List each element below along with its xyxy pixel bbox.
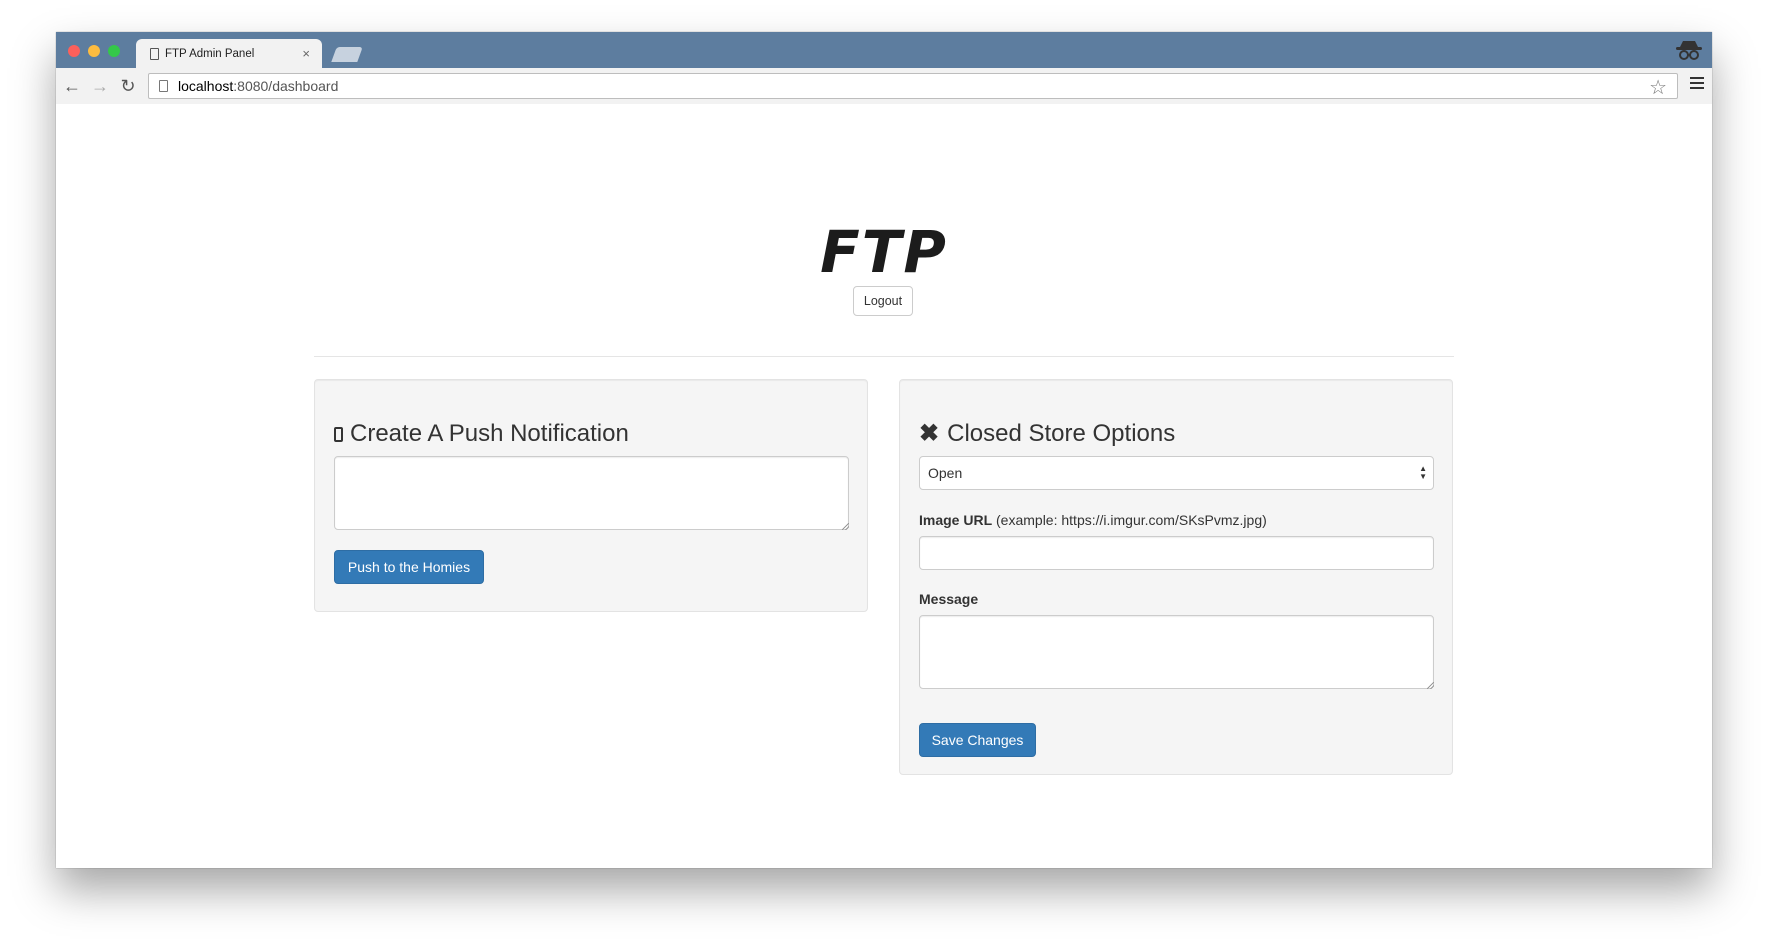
bookmark-star-icon[interactable]: ☆ xyxy=(1649,75,1667,100)
browser-window: FTP Admin Panel × ← → ↻ localhost:8080/d… xyxy=(56,32,1712,868)
select-arrows-icon: ▲ ▼ xyxy=(1419,464,1427,481)
tab-title: FTP Admin Panel xyxy=(165,47,255,60)
tab-close-icon[interactable]: × xyxy=(302,46,310,61)
message-label-text: Message xyxy=(919,591,979,607)
address-bar[interactable]: localhost:8080/dashboard ☆ xyxy=(148,73,1678,99)
push-panel-title: Create A Push Notification xyxy=(334,420,629,448)
minimize-window-button[interactable] xyxy=(88,45,100,57)
new-tab-button[interactable] xyxy=(331,47,363,62)
url-path: :8080/dashboard xyxy=(233,78,339,94)
page-icon xyxy=(159,80,168,92)
document-icon xyxy=(150,47,159,60)
push-message-textarea[interactable] xyxy=(334,456,849,530)
browser-tab[interactable]: FTP Admin Panel × xyxy=(136,39,322,68)
push-panel-title-text: Create A Push Notification xyxy=(350,420,629,447)
message-label: Message xyxy=(919,591,978,607)
resize-handle-icon[interactable] xyxy=(842,523,849,530)
browser-titlebar: FTP Admin Panel × xyxy=(56,32,1712,68)
store-status-value: Open xyxy=(928,465,963,481)
back-arrow-icon[interactable]: ← xyxy=(62,76,82,96)
page-content: FTP Logout Create A Push Notification Pu… xyxy=(56,104,1712,868)
push-notification-panel: Create A Push Notification Push to the H… xyxy=(314,379,868,612)
image-url-hint: (example: https://i.imgur.com/SKsPvmz.jp… xyxy=(992,512,1267,528)
forward-arrow-icon[interactable]: → xyxy=(90,76,110,96)
phone-icon xyxy=(334,426,343,442)
image-url-input[interactable] xyxy=(919,536,1434,570)
store-panel-title-text: Closed Store Options xyxy=(947,420,1176,447)
store-panel-title: ✖ Closed Store Options xyxy=(919,420,1175,448)
menu-icon[interactable] xyxy=(1690,77,1704,92)
logout-button[interactable]: Logout xyxy=(853,286,913,316)
store-message-textarea[interactable] xyxy=(919,615,1434,689)
browser-toolbar: ← → ↻ localhost:8080/dashboard ☆ xyxy=(56,68,1712,105)
push-button[interactable]: Push to the Homies xyxy=(334,550,484,584)
reload-icon[interactable]: ↻ xyxy=(118,76,138,96)
maximize-window-button[interactable] xyxy=(108,45,120,57)
resize-handle-icon[interactable] xyxy=(1427,682,1434,689)
close-window-button[interactable] xyxy=(68,45,80,57)
url-host: localhost xyxy=(178,78,234,94)
closed-store-panel: ✖ Closed Store Options Open ▲ ▼ Image URL… xyxy=(899,379,1453,775)
site-logo: FTP xyxy=(820,218,948,286)
image-url-label: Image URL (example: https://i.imgur.com/… xyxy=(919,512,1267,528)
incognito-icon xyxy=(1676,41,1702,60)
header-divider xyxy=(314,356,1454,357)
store-status-select[interactable]: Open ▲ ▼ xyxy=(919,456,1434,490)
close-x-icon: ✖ xyxy=(919,420,940,447)
image-url-label-text: Image URL xyxy=(919,512,993,528)
save-changes-button[interactable]: Save Changes xyxy=(919,723,1036,757)
